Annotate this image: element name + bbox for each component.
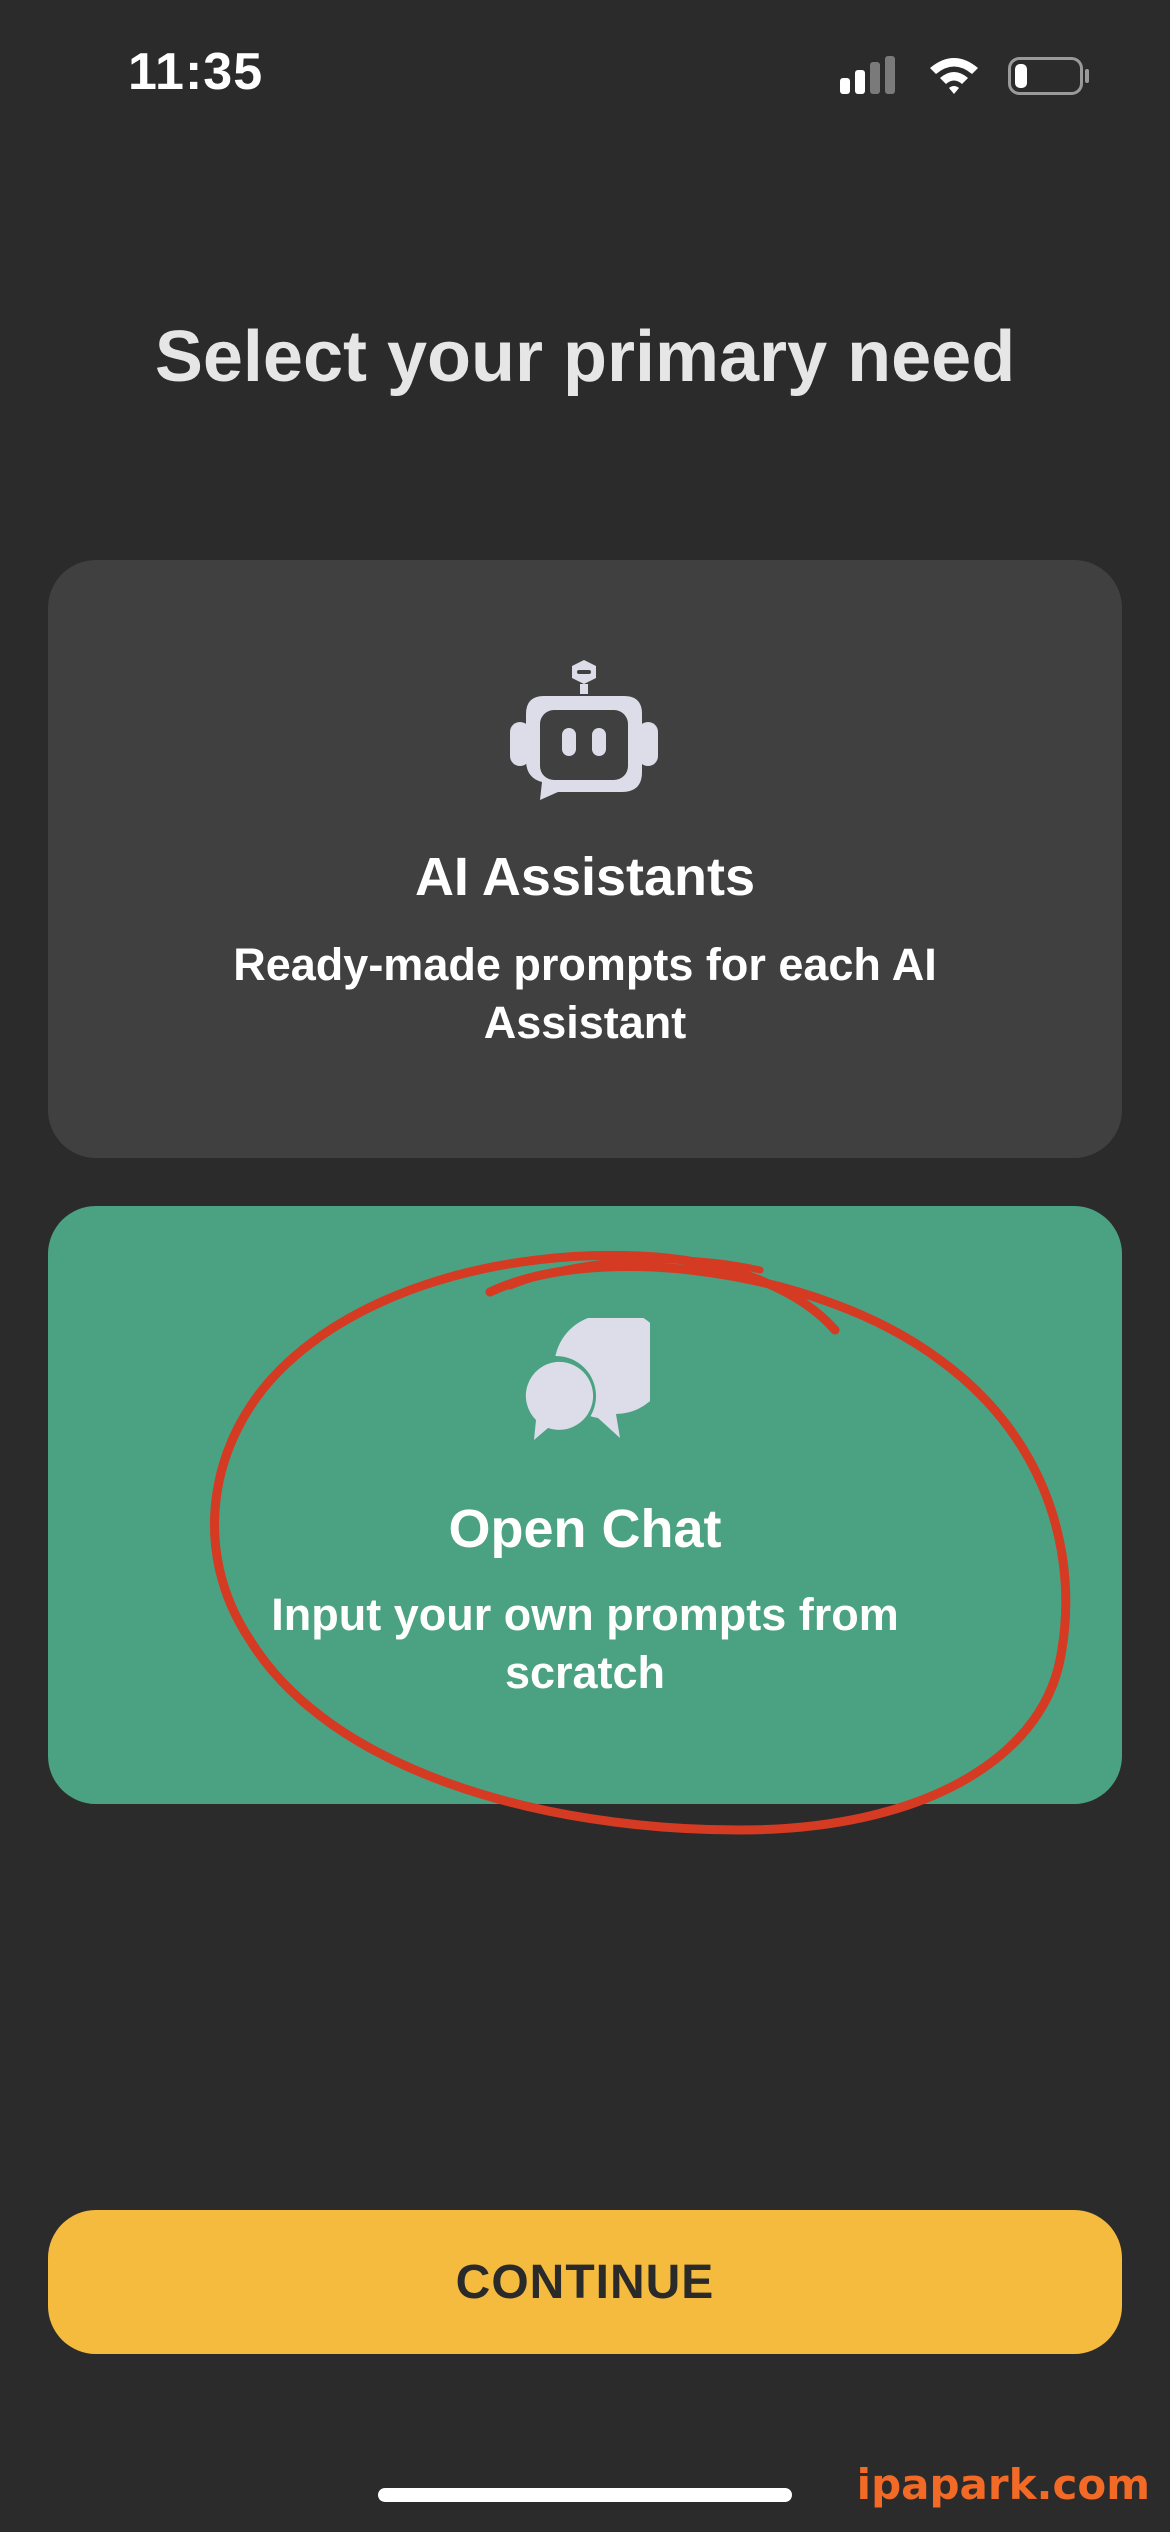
card-title: Open Chat [448, 1499, 722, 1559]
wifi-icon [928, 56, 980, 101]
cellular-signal-icon [840, 55, 900, 101]
status-time: 11:35 [128, 43, 264, 101]
card-title: AI Assistants [414, 847, 756, 907]
page-title: Select your primary need [154, 317, 1016, 397]
watermark: ipapark.com [856, 2460, 1150, 2509]
card-icon-container [48, 660, 1122, 805]
card-description: Ready-made prompts for each AI Assistant [233, 939, 937, 1048]
status-icons [840, 55, 1090, 101]
card-icon-container [48, 1310, 1122, 1448]
robot-icon [510, 660, 660, 805]
status-bar: 11:35 [0, 0, 1170, 150]
option-card-ai-assistants[interactable]: AI Assistants Ready-made prompts for eac… [48, 560, 1122, 1158]
card-description: Input your own prompts from scratch [271, 1589, 899, 1698]
option-card-open-chat[interactable]: Open Chat Input your own prompts from sc… [48, 1206, 1122, 1804]
battery-icon [1008, 56, 1090, 101]
chat-bubbles-icon [516, 1310, 668, 1448]
continue-button[interactable]: CONTINUE [48, 2210, 1122, 2354]
home-indicator[interactable] [378, 2488, 792, 2502]
